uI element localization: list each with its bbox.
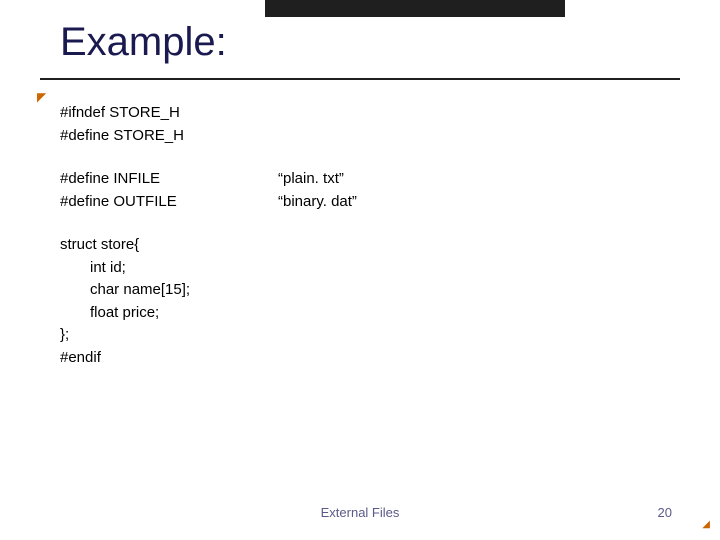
code-define-block-left: #define INFILE #define OUTFILE (60, 168, 177, 213)
code-line: “plain. txt” (278, 168, 357, 191)
slide: Example: ◤ #ifndef STORE_H #define STORE… (0, 0, 720, 540)
code-line: #define INFILE (60, 168, 177, 191)
code-line: struct store{ (60, 234, 190, 257)
page-number: 20 (658, 505, 672, 520)
code-line: }; (60, 324, 190, 347)
title-underline (40, 78, 680, 80)
code-guard-block: #ifndef STORE_H #define STORE_H (60, 102, 184, 147)
slide-title: Example: (60, 20, 227, 65)
code-line: #define OUTFILE (60, 191, 177, 214)
code-struct-block: struct store{ int id; char name[15]; flo… (60, 234, 190, 369)
accent-marker-icon: ◤ (37, 91, 46, 103)
code-line: “binary. dat” (278, 191, 357, 214)
corner-accent-icon: ◢ (702, 519, 710, 530)
code-define-block-right: “plain. txt” “binary. dat” (278, 168, 357, 213)
code-line: #endif (60, 347, 190, 370)
code-line: char name[15]; (60, 279, 190, 302)
top-accent-bar (265, 0, 565, 17)
code-line: #ifndef STORE_H (60, 102, 184, 125)
code-line: int id; (60, 257, 190, 280)
footer-title: External Files (0, 505, 720, 520)
code-line: float price; (60, 302, 190, 325)
code-line: #define STORE_H (60, 125, 184, 148)
